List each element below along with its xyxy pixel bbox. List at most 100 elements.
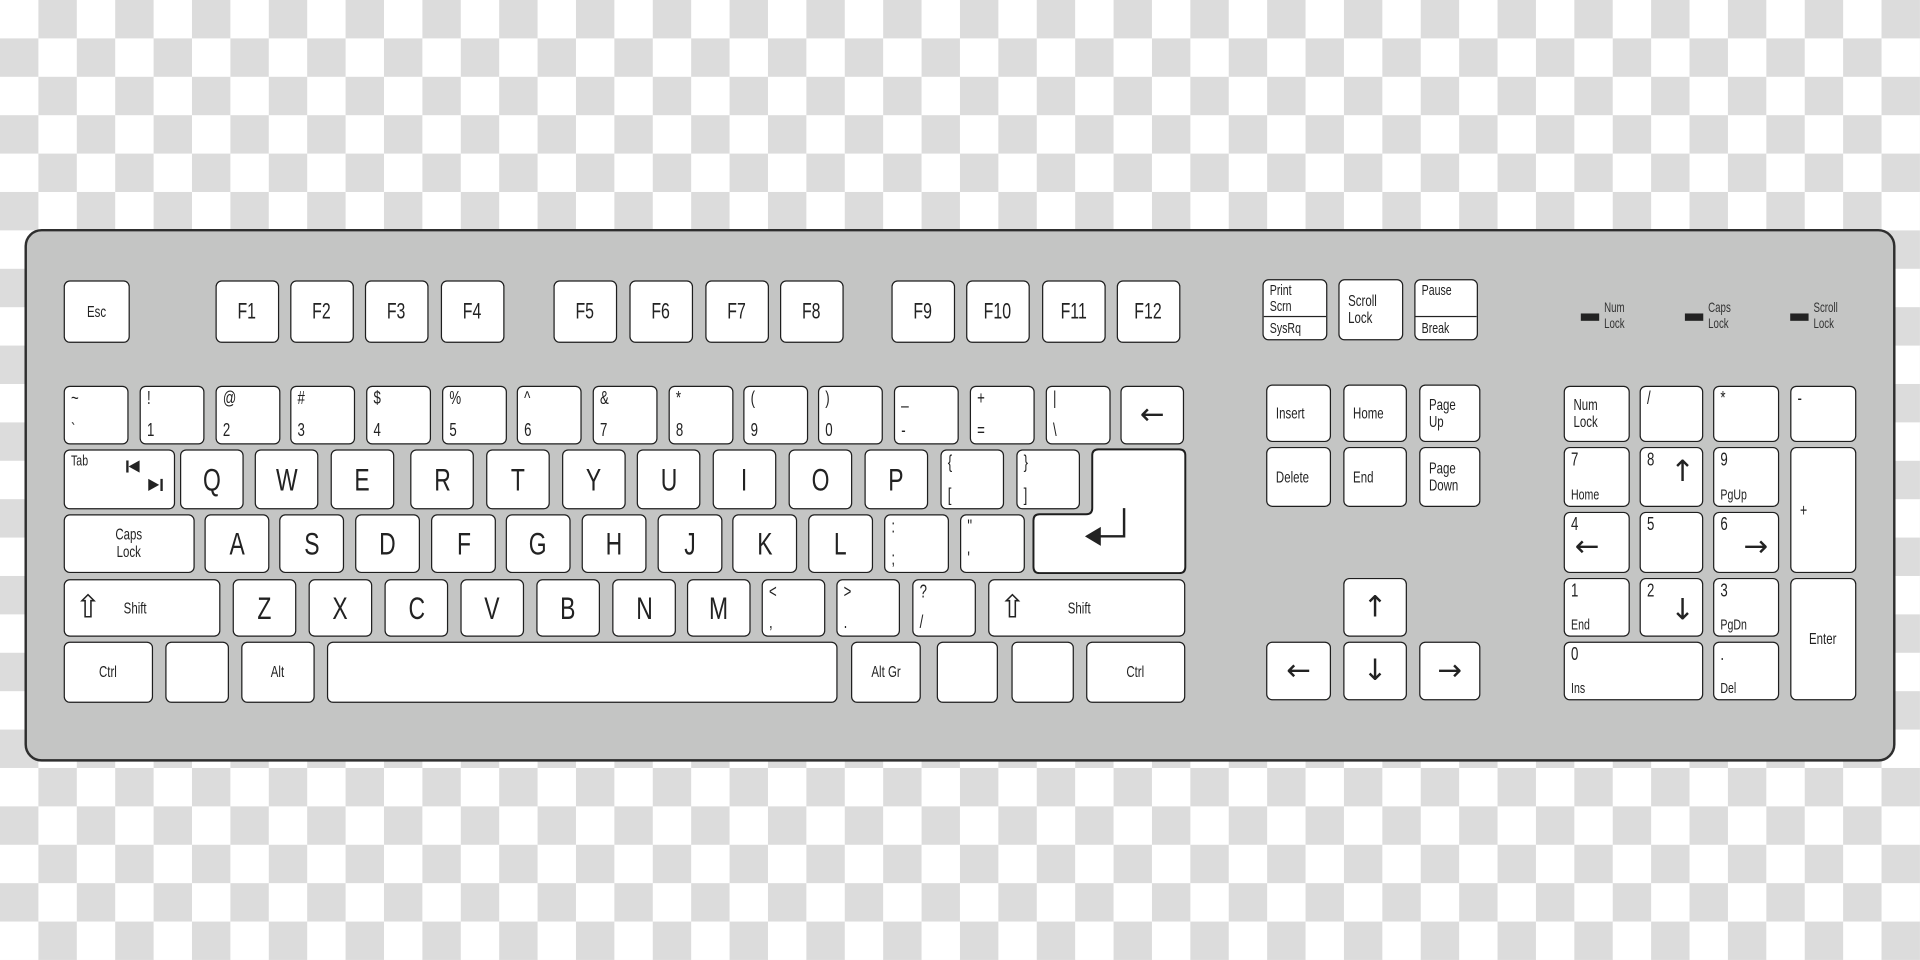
key-n[interactable]: N (612, 579, 676, 637)
key-f11[interactable]: F11 (1042, 280, 1106, 343)
key-m[interactable]: M (686, 579, 751, 637)
key-5[interactable]: % 5 (442, 385, 507, 445)
key-f12[interactable]: F12 (1116, 280, 1181, 343)
key-num-4[interactable]: 4 ← (1563, 511, 1630, 574)
key-num-8[interactable]: 8 ↑ (1639, 446, 1704, 507)
key-menu[interactable] (1011, 641, 1074, 703)
key-b[interactable]: B (536, 579, 601, 637)
key-8[interactable]: * 8 (668, 385, 734, 445)
key-right-win[interactable] (936, 641, 998, 703)
key-a[interactable]: A (204, 514, 270, 574)
key-r[interactable]: R (410, 449, 474, 510)
key-j[interactable]: J (657, 514, 723, 574)
key-f9[interactable]: F9 (891, 280, 956, 343)
key-print-screen[interactable]: Print Scrn SysRq (1262, 279, 1328, 341)
key-f4[interactable]: F4 (440, 280, 505, 343)
key-6[interactable]: ^ 6 (516, 385, 582, 445)
key-minus[interactable]: _ - (893, 385, 959, 445)
key-equal[interactable]: + = (969, 385, 1035, 445)
key-alt-gr[interactable]: Alt Gr (851, 641, 921, 703)
key-slash[interactable]: ? / (912, 579, 976, 637)
key-z[interactable]: Z (232, 579, 297, 637)
key-9[interactable]: (9 (743, 385, 809, 445)
key-num-7[interactable]: 7 Home (1563, 446, 1630, 507)
key-lbracket[interactable]: {[ (940, 449, 1005, 510)
key-tab[interactable]: Tab (63, 449, 176, 510)
key-f8[interactable]: F8 (780, 280, 844, 343)
key-win[interactable] (165, 641, 229, 703)
key-0[interactable]: ) 0 (817, 385, 883, 445)
key-num-0[interactable]: 0 Ins (1563, 641, 1704, 701)
key-grave[interactable]: ~ ` (63, 385, 129, 445)
key-1[interactable]: ! 1 (139, 385, 205, 445)
key-y[interactable]: Y (562, 449, 626, 510)
key-insert[interactable]: Insert (1266, 384, 1332, 443)
key-e[interactable]: E (330, 449, 395, 510)
key-right[interactable]: → (1419, 641, 1481, 701)
key-k[interactable]: K (732, 514, 798, 574)
key-num-1[interactable]: 1 End (1563, 577, 1630, 637)
key-down[interactable]: ↓ (1343, 641, 1407, 701)
key-3[interactable]: #3 (290, 385, 356, 445)
key-i[interactable]: I (712, 449, 777, 510)
key-v[interactable]: V (460, 579, 525, 637)
key-q[interactable]: Q (180, 449, 244, 510)
key-rbracket[interactable]: }] (1016, 449, 1081, 510)
key-comma[interactable]: <, (761, 579, 826, 637)
key-space[interactable] (326, 641, 838, 703)
key-l[interactable]: L (808, 514, 874, 574)
key-num-3[interactable]: 3 PgDn (1713, 577, 1780, 637)
key-home[interactable]: Home (1343, 384, 1407, 443)
key-t[interactable]: T (486, 449, 550, 510)
key-h[interactable]: H (581, 514, 647, 574)
key-num-6[interactable]: 6 → (1713, 511, 1780, 574)
key-4[interactable]: $4 (366, 385, 432, 445)
key-7[interactable]: & 7 (592, 385, 658, 445)
key-end[interactable]: End (1343, 446, 1407, 507)
key-num-2[interactable]: 2 ↓ (1639, 577, 1704, 637)
key-num-5[interactable]: 5 (1639, 511, 1704, 574)
key-up[interactable]: ↑ (1343, 577, 1407, 637)
key-s[interactable]: S (279, 514, 345, 574)
key-right-ctrl[interactable]: Ctrl (1086, 641, 1186, 703)
key-pause[interactable]: Pause Break (1414, 279, 1478, 341)
key-f[interactable]: F (431, 514, 496, 574)
key-o[interactable]: O (788, 449, 853, 510)
key-f7[interactable]: F7 (705, 280, 769, 343)
key-num-minus[interactable]: - (1790, 385, 1857, 443)
key-delete[interactable]: Delete (1266, 446, 1332, 507)
key-period[interactable]: >. (836, 579, 901, 637)
key-c[interactable]: C (384, 579, 449, 637)
key-f3[interactable]: F3 (364, 280, 429, 343)
key-2[interactable]: @2 (215, 385, 281, 445)
key-right-shift[interactable]: ⇧ Shift (988, 579, 1186, 637)
key-num-slash[interactable]: / (1639, 385, 1704, 443)
key-backspace[interactable]: ← (1120, 385, 1185, 445)
key-f6[interactable]: F6 (629, 280, 694, 343)
key-esc[interactable]: Esc (63, 280, 130, 343)
key-num-dot[interactable]: . Del (1713, 641, 1780, 701)
key-f10[interactable]: F10 (966, 280, 1030, 343)
key-num-lock[interactable]: Num Lock (1563, 385, 1630, 443)
key-num-enter[interactable]: Enter (1790, 577, 1857, 701)
key-u[interactable]: U (636, 449, 701, 510)
key-backslash[interactable]: | \ (1045, 385, 1111, 445)
key-left-shift[interactable]: ⇧ Shift (63, 579, 221, 637)
key-f5[interactable]: F5 (553, 280, 618, 343)
key-num-star[interactable]: * (1713, 385, 1780, 443)
key-left[interactable]: ← (1266, 641, 1332, 701)
key-left-ctrl[interactable]: Ctrl (63, 641, 154, 703)
key-scroll-lock[interactable]: Scroll Lock (1338, 279, 1404, 341)
key-f2[interactable]: F2 (290, 280, 354, 343)
key-num-9[interactable]: 9 PgUp (1713, 446, 1780, 507)
key-alt[interactable]: Alt (241, 641, 315, 703)
key-num-plus[interactable]: + (1790, 446, 1857, 574)
key-page-down[interactable]: Page Down (1419, 446, 1481, 507)
key-caps-lock[interactable]: Caps Lock (63, 514, 195, 574)
key-p[interactable]: P (864, 449, 929, 510)
key-semicolon[interactable]: :; (884, 514, 949, 574)
key-d[interactable]: D (355, 514, 421, 574)
key-w[interactable]: W (254, 449, 319, 510)
key-f1[interactable]: F1 (215, 280, 280, 343)
key-quote[interactable]: " ' (960, 514, 1025, 574)
